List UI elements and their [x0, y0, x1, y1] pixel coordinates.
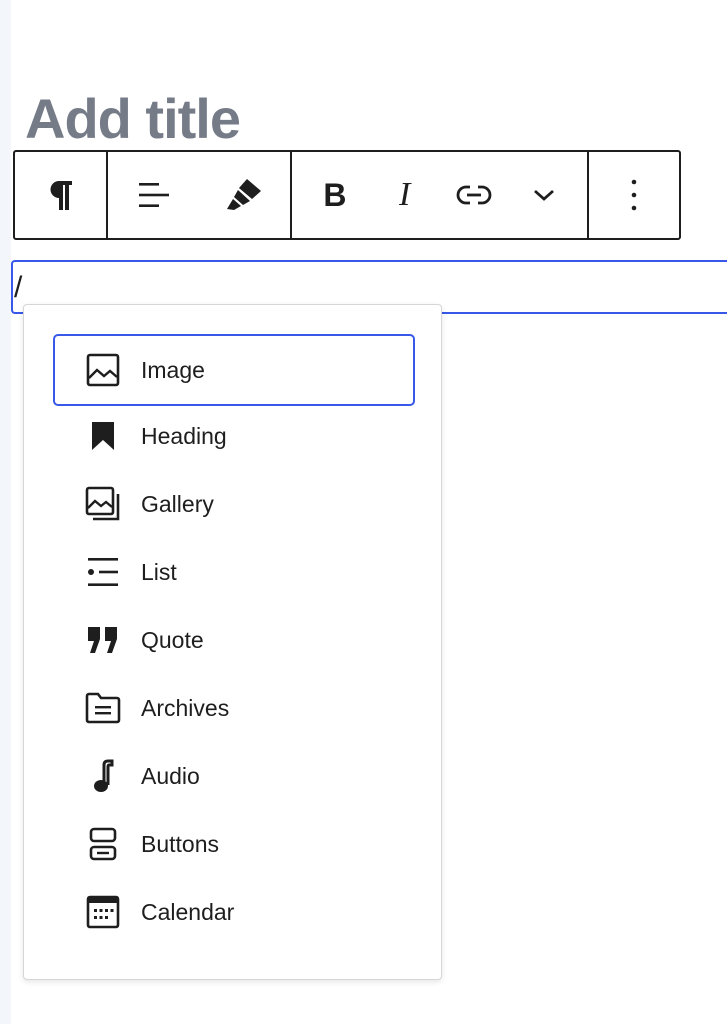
inserter-item-label: Heading [141, 422, 227, 449]
editor-canvas-edge [0, 0, 11, 1024]
inserter-item-heading[interactable]: Heading [53, 402, 415, 470]
inserter-item-label: Archives [141, 694, 230, 721]
bold-button[interactable]: B [301, 152, 369, 238]
bookmark-heading-icon [92, 422, 114, 450]
inserter-item-label: Buttons [141, 830, 219, 857]
inserter-item-archives[interactable]: Archives [53, 674, 415, 742]
inserter-item-label: Audio [141, 762, 200, 789]
post-title-field[interactable]: Add title [25, 84, 241, 154]
align-left-icon [138, 183, 169, 207]
inserter-item-label: Gallery [141, 490, 214, 517]
inserter-item-label: Calendar [141, 898, 235, 925]
inserter-item-gallery[interactable]: Gallery [53, 470, 415, 538]
highlight-button[interactable] [199, 152, 290, 238]
inserter-item-list[interactable]: List [53, 538, 415, 606]
bold-icon: B [323, 176, 347, 213]
paragraph-block-button[interactable] [15, 152, 106, 238]
inserter-item-label: Quote [141, 626, 204, 653]
more-vertical-icon [631, 179, 637, 211]
inserter-item-image[interactable]: Image [53, 334, 415, 406]
toolbar-group-options [589, 152, 679, 238]
toolbar-group-block-type [15, 152, 108, 238]
inserter-item-label: List [141, 558, 177, 585]
slash-inserter-popover: Image Heading Gallery List Quote Archive… [23, 304, 442, 980]
image-icon [86, 353, 120, 387]
toolbar-group-format [108, 152, 292, 238]
paragraph-icon [50, 181, 72, 210]
highlighter-icon [226, 179, 261, 210]
inserter-item-audio[interactable]: Audio [53, 742, 415, 810]
link-icon [457, 185, 492, 205]
inserter-item-buttons[interactable]: Buttons [53, 810, 415, 878]
inserter-item-label: Image [141, 356, 205, 383]
link-button[interactable] [440, 152, 508, 238]
quote-icon [88, 627, 117, 653]
italic-button[interactable]: I [371, 152, 439, 238]
italic-icon: I [398, 176, 411, 213]
music-note-icon [94, 759, 114, 792]
inserter-item-calendar[interactable]: Calendar [53, 878, 415, 946]
gallery-icon [85, 486, 120, 521]
list-icon [88, 558, 118, 586]
toolbar-group-rich-text: B I [292, 152, 589, 238]
block-toolbar: B I [13, 150, 681, 240]
buttons-icon [89, 827, 117, 861]
inserter-block-list: Image Heading Gallery List Quote Archive… [53, 334, 415, 946]
options-button[interactable] [589, 152, 679, 238]
more-rich-text-button[interactable] [510, 152, 578, 238]
align-button[interactable] [108, 152, 199, 238]
chevron-down-icon [534, 189, 555, 201]
archive-folder-icon [85, 692, 121, 724]
inserter-item-quote[interactable]: Quote [53, 606, 415, 674]
calendar-icon [86, 895, 120, 929]
